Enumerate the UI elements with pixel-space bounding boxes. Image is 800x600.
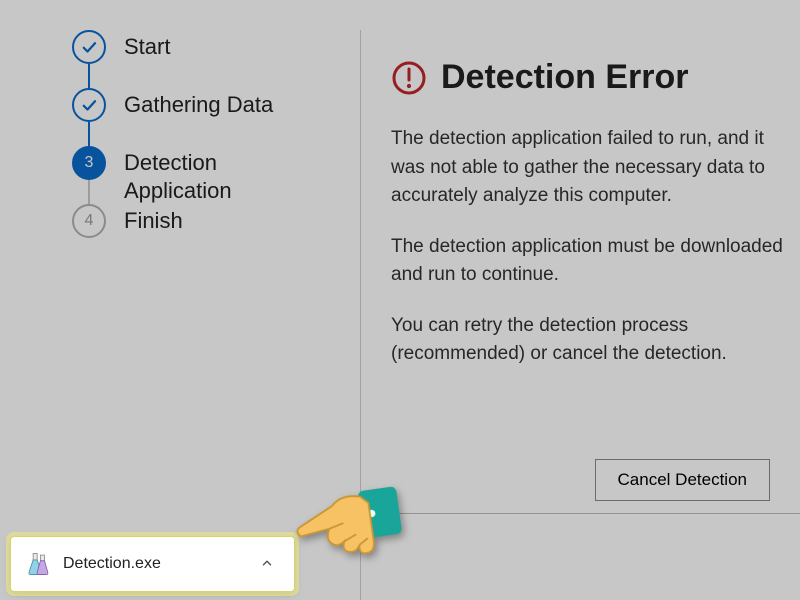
check-icon xyxy=(72,30,106,64)
error-paragraph-1: The detection application failed to run,… xyxy=(391,125,800,211)
button-row: Cancel Detection xyxy=(391,459,800,501)
download-filename: Detection.exe xyxy=(63,555,242,573)
cancel-detection-button[interactable]: Cancel Detection xyxy=(595,459,770,501)
error-paragraph-2: The detection application must be downlo… xyxy=(391,233,800,290)
alert-icon xyxy=(391,60,427,96)
step-label: Gathering Data xyxy=(124,88,273,119)
error-paragraph-3: You can retry the detection process (rec… xyxy=(391,312,800,369)
page-title: Detection Error xyxy=(441,58,689,97)
wizard-page: Start Gathering Data 3 Detection Applica… xyxy=(0,0,800,600)
step-gathering-data[interactable]: Gathering Data xyxy=(72,88,320,146)
download-item[interactable]: Detection.exe xyxy=(10,536,295,592)
step-label: Finish xyxy=(124,204,183,235)
step-number-icon: 4 xyxy=(72,204,106,238)
wizard-steps: Start Gathering Data 3 Detection Applica… xyxy=(72,30,320,262)
check-icon xyxy=(72,88,106,122)
step-start[interactable]: Start xyxy=(72,30,320,88)
step-number-icon: 3 xyxy=(72,146,106,180)
wizard-content: Detection Error The detection applicatio… xyxy=(360,30,800,600)
chevron-up-icon[interactable] xyxy=(254,550,280,579)
flask-icon xyxy=(25,551,51,577)
step-finish[interactable]: 4 Finish xyxy=(72,204,320,262)
step-detection-application[interactable]: 3 Detection Application xyxy=(72,146,320,204)
step-label: Detection Application xyxy=(124,146,304,204)
divider xyxy=(391,513,800,514)
title-row: Detection Error xyxy=(391,58,800,97)
pointing-hand-icon xyxy=(283,459,407,583)
step-label: Start xyxy=(124,30,170,61)
